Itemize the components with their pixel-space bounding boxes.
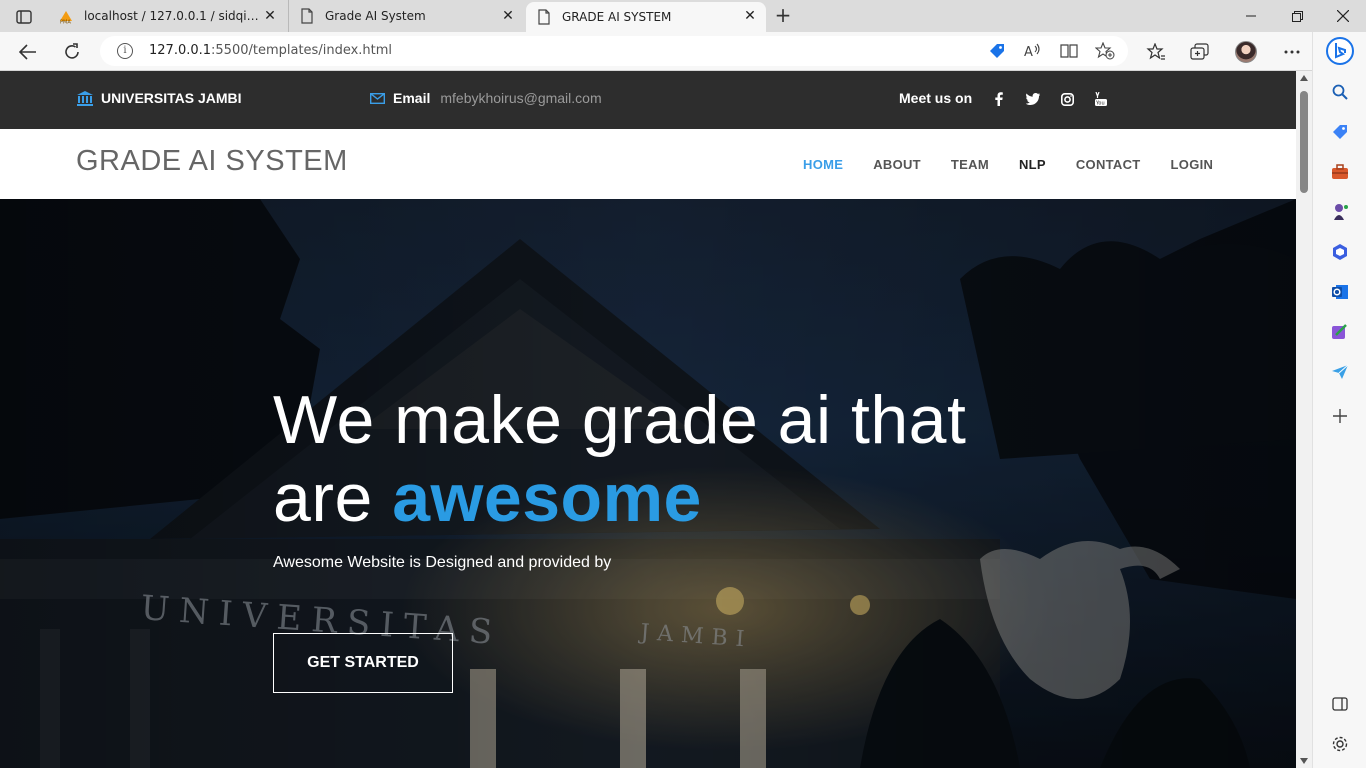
more-menu-icon[interactable] <box>1280 40 1304 64</box>
instagram-icon[interactable] <box>1059 91 1075 107</box>
page-scrollbar[interactable] <box>1296 71 1312 768</box>
email-value[interactable]: mfebykhoirus@gmail.com <box>440 90 601 106</box>
bing-copilot-icon[interactable] <box>1326 37 1354 65</box>
svg-text:A: A <box>1024 45 1033 59</box>
site-info-icon[interactable]: i <box>117 43 133 59</box>
back-arrow-icon[interactable] <box>14 38 42 66</box>
meet-us-label: Meet us on <box>899 90 973 106</box>
svg-text:You: You <box>1095 101 1105 107</box>
web-page: UNIVERSITAS JAMBI Email mfebykhoirus@gma… <box>0 71 1296 768</box>
nav-nlp[interactable]: NLP <box>1019 157 1046 172</box>
nav-team[interactable]: TEAM <box>951 157 989 172</box>
add-icon[interactable] <box>1328 404 1352 428</box>
phpmyadmin-favicon-icon: PMA <box>60 11 72 25</box>
nav-contact[interactable]: CONTACT <box>1076 157 1141 172</box>
close-window-icon[interactable] <box>1320 0 1366 32</box>
profile-avatar[interactable] <box>1234 40 1258 64</box>
browser-toolbar: i 127.0.0.1:5500/templates/index.html A <box>0 32 1366 71</box>
institution-icon <box>77 90 93 106</box>
outlook-icon[interactable] <box>1328 280 1352 304</box>
get-started-button[interactable]: GET STARTED <box>273 633 453 693</box>
shopping-tag-icon[interactable] <box>986 40 1008 62</box>
browser-sidebar <box>1312 32 1366 768</box>
hero-headline-line1: We make grade ai that <box>273 382 967 458</box>
scroll-up-icon[interactable] <box>1300 75 1308 81</box>
page-favicon-icon <box>301 8 313 24</box>
email-info: Email mfebykhoirus@gmail.com <box>370 90 602 106</box>
twitter-icon[interactable] <box>1025 91 1041 107</box>
browser-tab-active[interactable]: GRADE AI SYSTEM ✕ <box>526 2 766 32</box>
main-menu: HOME ABOUT TEAM NLP CONTACT LOGIN <box>803 157 1243 172</box>
read-aloud-icon[interactable]: A <box>1022 40 1044 62</box>
browser-tab-phpmyadmin[interactable]: PMA localhost / 127.0.0.1 / sidqi_db / ✕ <box>48 0 286 32</box>
top-info-bar: UNIVERSITAS JAMBI Email mfebykhoirus@gma… <box>0 71 1296 129</box>
shopping-icon[interactable] <box>1328 120 1352 144</box>
envelope-icon <box>370 92 385 104</box>
immersive-reader-icon[interactable] <box>1058 40 1080 62</box>
facebook-icon[interactable] <box>991 91 1007 107</box>
favorites-icon[interactable] <box>1144 40 1168 64</box>
tab-actions-icon[interactable] <box>10 6 38 28</box>
nav-about[interactable]: ABOUT <box>873 157 921 172</box>
add-favorite-icon[interactable] <box>1094 40 1116 62</box>
microsoft-365-icon[interactable] <box>1328 240 1352 264</box>
tab-title: localhost / 127.0.0.1 / sidqi_db / <box>84 9 264 23</box>
close-icon[interactable]: ✕ <box>500 8 516 24</box>
hero-headline-highlight: awesome <box>392 460 702 536</box>
hero-subtitle: Awesome Website is Designed and provided… <box>273 554 612 571</box>
designer-icon[interactable] <box>1328 320 1352 344</box>
browser-tab-grade-ai[interactable]: Grade AI System ✕ <box>288 0 524 32</box>
url-host: 127.0.0.1 <box>149 43 212 58</box>
settings-gear-icon[interactable] <box>1328 732 1352 756</box>
email-label: Email <box>393 90 431 106</box>
browser-tab-bar: PMA localhost / 127.0.0.1 / sidqi_db / ✕… <box>0 0 1366 32</box>
url-path: :5500/templates/index.html <box>211 43 393 58</box>
page-favicon-icon <box>538 9 550 25</box>
games-icon[interactable] <box>1328 200 1352 224</box>
refresh-icon[interactable] <box>58 38 86 66</box>
collections-icon[interactable] <box>1188 40 1212 64</box>
tools-icon[interactable] <box>1328 160 1352 184</box>
url-text[interactable]: 127.0.0.1:5500/templates/index.html <box>149 43 392 58</box>
tab-title: Grade AI System <box>325 9 426 23</box>
nav-home[interactable]: HOME <box>803 157 843 172</box>
hero-headline-prefix: are <box>273 460 393 536</box>
site-brand[interactable]: GRADE AI SYSTEM <box>76 145 348 178</box>
university-name: UNIVERSITAS JAMBI <box>101 90 242 106</box>
scroll-down-icon[interactable] <box>1300 758 1308 764</box>
restore-icon[interactable] <box>1274 0 1320 32</box>
hero-headline: We make grade ai that are awesome <box>273 381 966 537</box>
address-bar[interactable]: i 127.0.0.1:5500/templates/index.html A <box>100 36 1128 66</box>
svg-text:PMA: PMA <box>60 20 71 25</box>
nav-login[interactable]: LOGIN <box>1171 157 1214 172</box>
search-icon[interactable] <box>1328 80 1352 104</box>
university-info: UNIVERSITAS JAMBI <box>77 90 242 106</box>
minimize-icon[interactable] <box>1228 0 1274 32</box>
tab-title: GRADE AI SYSTEM <box>562 10 672 24</box>
scroll-thumb[interactable] <box>1300 91 1308 193</box>
close-icon[interactable]: ✕ <box>742 8 758 24</box>
main-navbar: GRADE AI SYSTEM HOME ABOUT TEAM NLP CONT… <box>0 129 1296 199</box>
close-icon[interactable]: ✕ <box>262 8 278 24</box>
youtube-icon[interactable]: You <box>1093 91 1109 107</box>
new-tab-icon[interactable]: + <box>772 5 794 27</box>
send-icon[interactable] <box>1328 360 1352 384</box>
sidebar-toggle-icon[interactable] <box>1328 692 1352 716</box>
hero-section: UNIVERSITAS JAMBI We make grade ai that … <box>0 199 1296 768</box>
